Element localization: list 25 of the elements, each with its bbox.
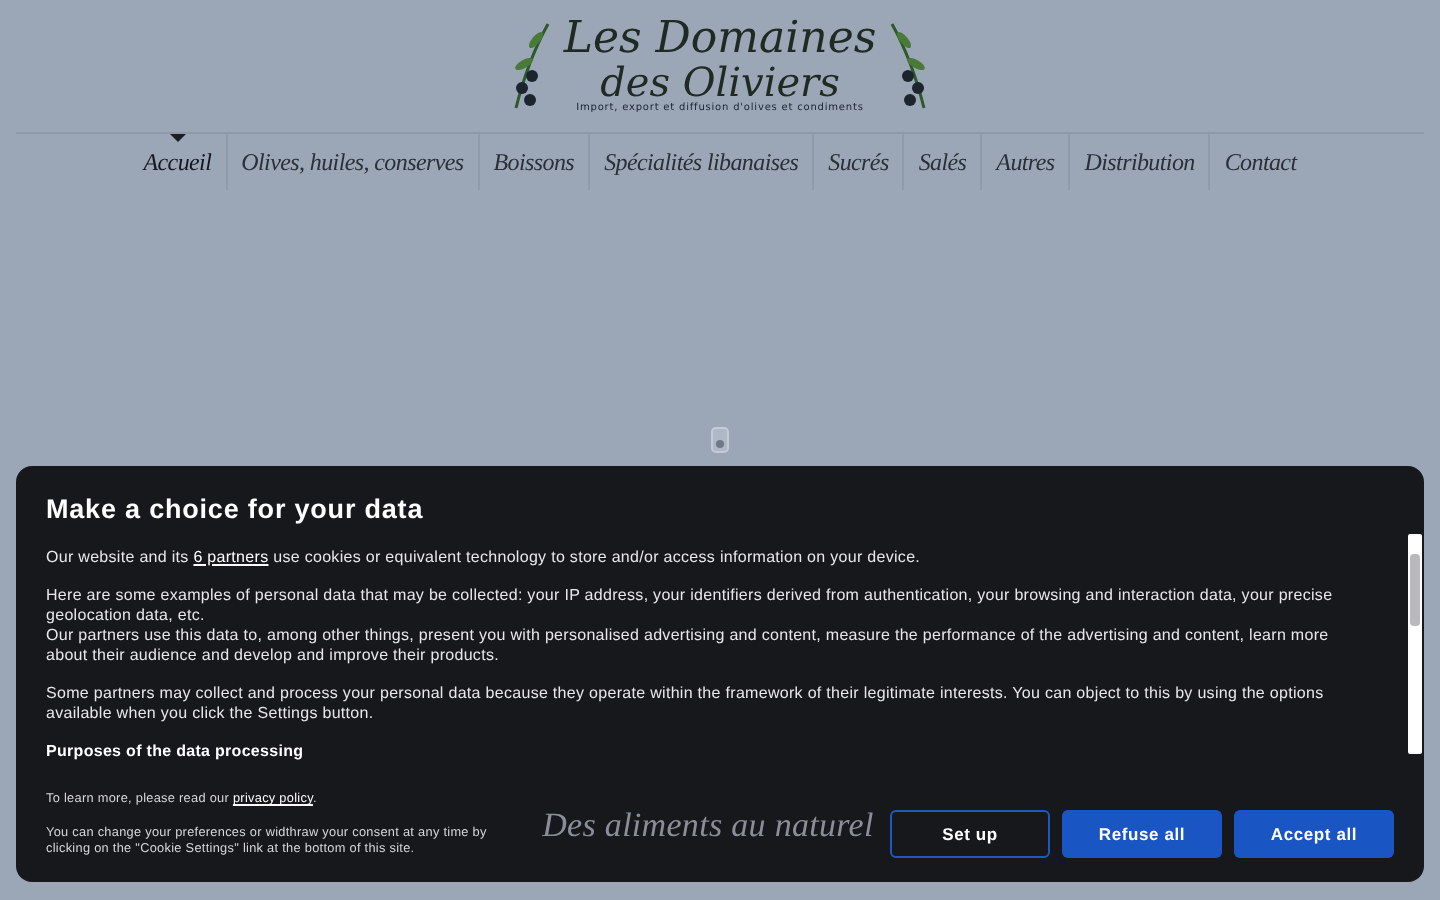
- nav-link[interactable]: Distribution: [1070, 134, 1211, 190]
- page-heading: Des aliments au naturel: [542, 805, 874, 845]
- dialog-paragraph: Our partners use this data to, among other things, present you with personalised advertising and content, measure the performance of the advertising and content, learn more about their audience and develop and improve their products.: [46, 626, 1331, 666]
- nav-link[interactable]: Olives, huiles, conserves: [227, 134, 480, 190]
- consent-button[interactable]: Accept all: [1233, 810, 1394, 858]
- dialog-paragraph: Some partners may collect and process your personal data because they operate within the framework of their legitimate interests. You can object to this by using the options available when you click the Settings button.: [46, 684, 1326, 724]
- nav-link[interactable]: Salés: [904, 134, 983, 190]
- nav-link[interactable]: Sucrés: [814, 134, 905, 190]
- nav-link[interactable]: Boissons: [479, 134, 591, 190]
- caret-icon: [169, 134, 186, 142]
- partners-link[interactable]: 6 partners: [193, 548, 269, 566]
- dialog-title: Make a choice for your data: [46, 494, 426, 524]
- logo-title: des Oliviers: [600, 62, 840, 102]
- consent-button[interactable]: Refuse all: [1061, 810, 1222, 858]
- loading-icon: [710, 426, 730, 454]
- consent-button[interactable]: Set up: [889, 810, 1050, 858]
- section-title: Purposes of the data processing: [46, 742, 306, 760]
- dialog-paragraph: Here are some examples of personal data that may be collected: your IP address, your identifiers derived from authentication, your browsing and interaction data, your precise geolocation data, etc.: [46, 586, 1335, 626]
- scrollbar[interactable]: [1408, 534, 1422, 754]
- nav-link[interactable]: Autres: [982, 134, 1071, 190]
- nav-link[interactable]: Contact: [1210, 134, 1311, 190]
- logo-title: Les Domaines: [563, 18, 877, 62]
- nav-link[interactable]: Spécialités libanaises: [590, 134, 815, 190]
- dialog-paragraph: Our website and its 6 partners use cookies or equivalent technology to store and/or access information on your device.: [46, 548, 923, 568]
- nav-link[interactable]: Accueil: [129, 134, 228, 190]
